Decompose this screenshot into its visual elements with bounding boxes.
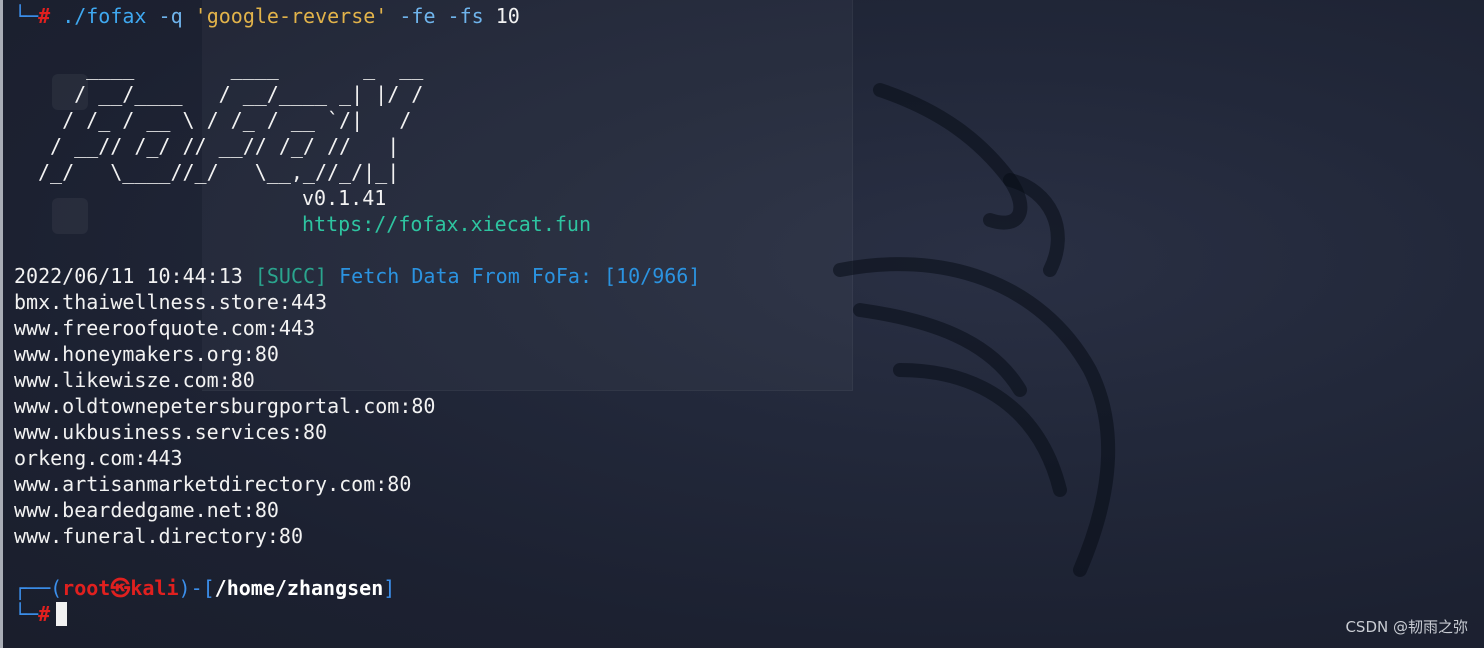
kali-dragon-watermark-icon	[833, 83, 1116, 577]
prompt-hash: #	[38, 4, 51, 28]
result-line: www.freeroofquote.com:443	[14, 316, 316, 340]
result-line: www.beardedgame.net:80	[14, 498, 279, 522]
status-timestamp: 2022/06/11 10:44:13	[14, 264, 243, 288]
prompt-separator: -[	[190, 576, 215, 600]
banner-ascii-line: /_/ \____//_/ \__,_//_/|_|	[38, 160, 400, 184]
result-line: www.honeymakers.org:80	[14, 342, 279, 366]
result-line: www.funeral.directory:80	[14, 524, 303, 548]
csdn-watermark: CSDN @韧雨之弥	[1345, 618, 1468, 636]
prompt-header-line: ┌──(root㉿kali)-[/home/zhangsen]	[14, 575, 395, 601]
result-line: www.ukbusiness.services:80	[14, 420, 328, 444]
result-line: bmx.thaiwellness.store:443	[14, 290, 328, 314]
result-line: www.artisanmarketdirectory.com:80	[14, 472, 412, 496]
window-edge	[0, 0, 3, 648]
command-flag-q: -q	[158, 4, 183, 28]
command-query: 'google-reverse'	[194, 4, 388, 28]
prompt-user: root	[62, 576, 111, 600]
prompt-hash: #	[38, 602, 51, 626]
status-tag: [SUCC]	[254, 264, 328, 288]
banner-ascii-line: / __// /_/ // __// /_/ // |	[38, 134, 400, 158]
banner-ascii-line: / /_ / __ \ / /_ / __ `/| /	[38, 108, 412, 132]
input-line[interactable]: └─#	[14, 601, 68, 627]
status-line: 2022/06/11 10:44:13 [SUCC] Fetch Data Fr…	[14, 263, 700, 289]
result-line: www.likewisze.com:80	[14, 368, 255, 392]
command-flags: -fe -fs	[399, 4, 484, 28]
prompt-open-paren: (	[50, 576, 63, 600]
text-cursor[interactable]	[56, 602, 68, 626]
status-message: Fetch Data From FoFa: [10/966]	[339, 264, 701, 288]
banner-ascii-line: ____ ____ _ __	[38, 56, 424, 80]
command-line: └─# ./fofax -q 'google-reverse' -fe -fs …	[14, 3, 520, 29]
prompt-host: kali	[130, 576, 179, 600]
banner-ascii-line: / __/____ / __/____ _| |/ /	[38, 82, 424, 106]
command-program: ./fofax	[62, 4, 147, 28]
banner-url[interactable]: https://fofax.xiecat.fun	[302, 211, 591, 237]
background-home-icon	[52, 198, 88, 234]
prompt-close-paren: )	[178, 576, 191, 600]
prompt-corner-bottom: └─	[14, 602, 39, 626]
banner-version: v0.1.41	[302, 186, 387, 210]
prompt-at-icon: ㉿	[110, 576, 131, 600]
command-count: 10	[495, 4, 520, 28]
prompt-corner: └─	[14, 4, 39, 28]
prompt-close-bracket: ]	[383, 576, 396, 600]
prompt-path: /home/zhangsen	[214, 576, 384, 600]
result-line: orkeng.com:443	[14, 446, 183, 470]
prompt-corner-top: ┌──	[14, 576, 51, 600]
result-line: www.oldtownepetersburgportal.com:80	[14, 394, 436, 418]
terminal-window[interactable]: └─# ./fofax -q 'google-reverse' -fe -fs …	[0, 0, 1484, 648]
